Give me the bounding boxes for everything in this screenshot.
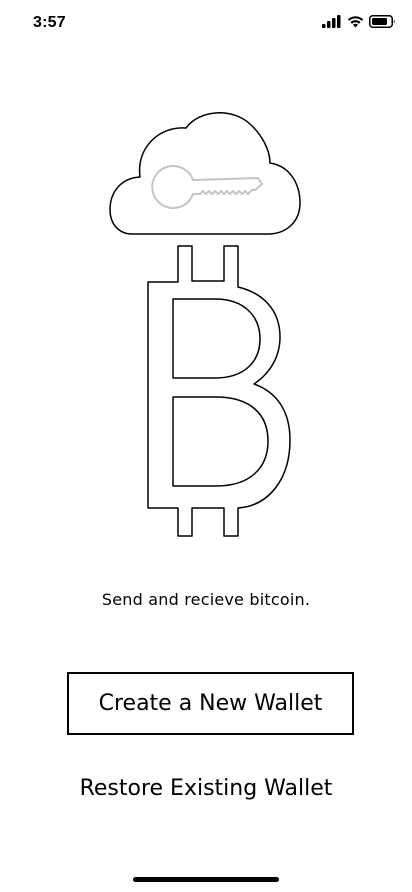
signal-icon: [322, 15, 342, 28]
status-bar: 3:57: [0, 0, 412, 48]
cloud-icon: [109, 112, 301, 235]
restore-existing-wallet-button[interactable]: Restore Existing Wallet: [0, 770, 412, 806]
battery-icon: [369, 15, 396, 28]
status-icons: [322, 15, 396, 28]
create-new-wallet-label: Create a New Wallet: [98, 691, 323, 716]
hero-illustration: [0, 100, 412, 550]
home-indicator[interactable]: [133, 877, 279, 882]
tagline: Send and recieve bitcoin.: [101, 590, 311, 609]
create-new-wallet-button[interactable]: Create a New Wallet: [67, 672, 354, 735]
bitcoin-icon: [147, 245, 291, 537]
restore-existing-wallet-label: Restore Existing Wallet: [79, 775, 333, 801]
status-time: 3:57: [33, 14, 66, 31]
wifi-icon: [347, 15, 364, 28]
